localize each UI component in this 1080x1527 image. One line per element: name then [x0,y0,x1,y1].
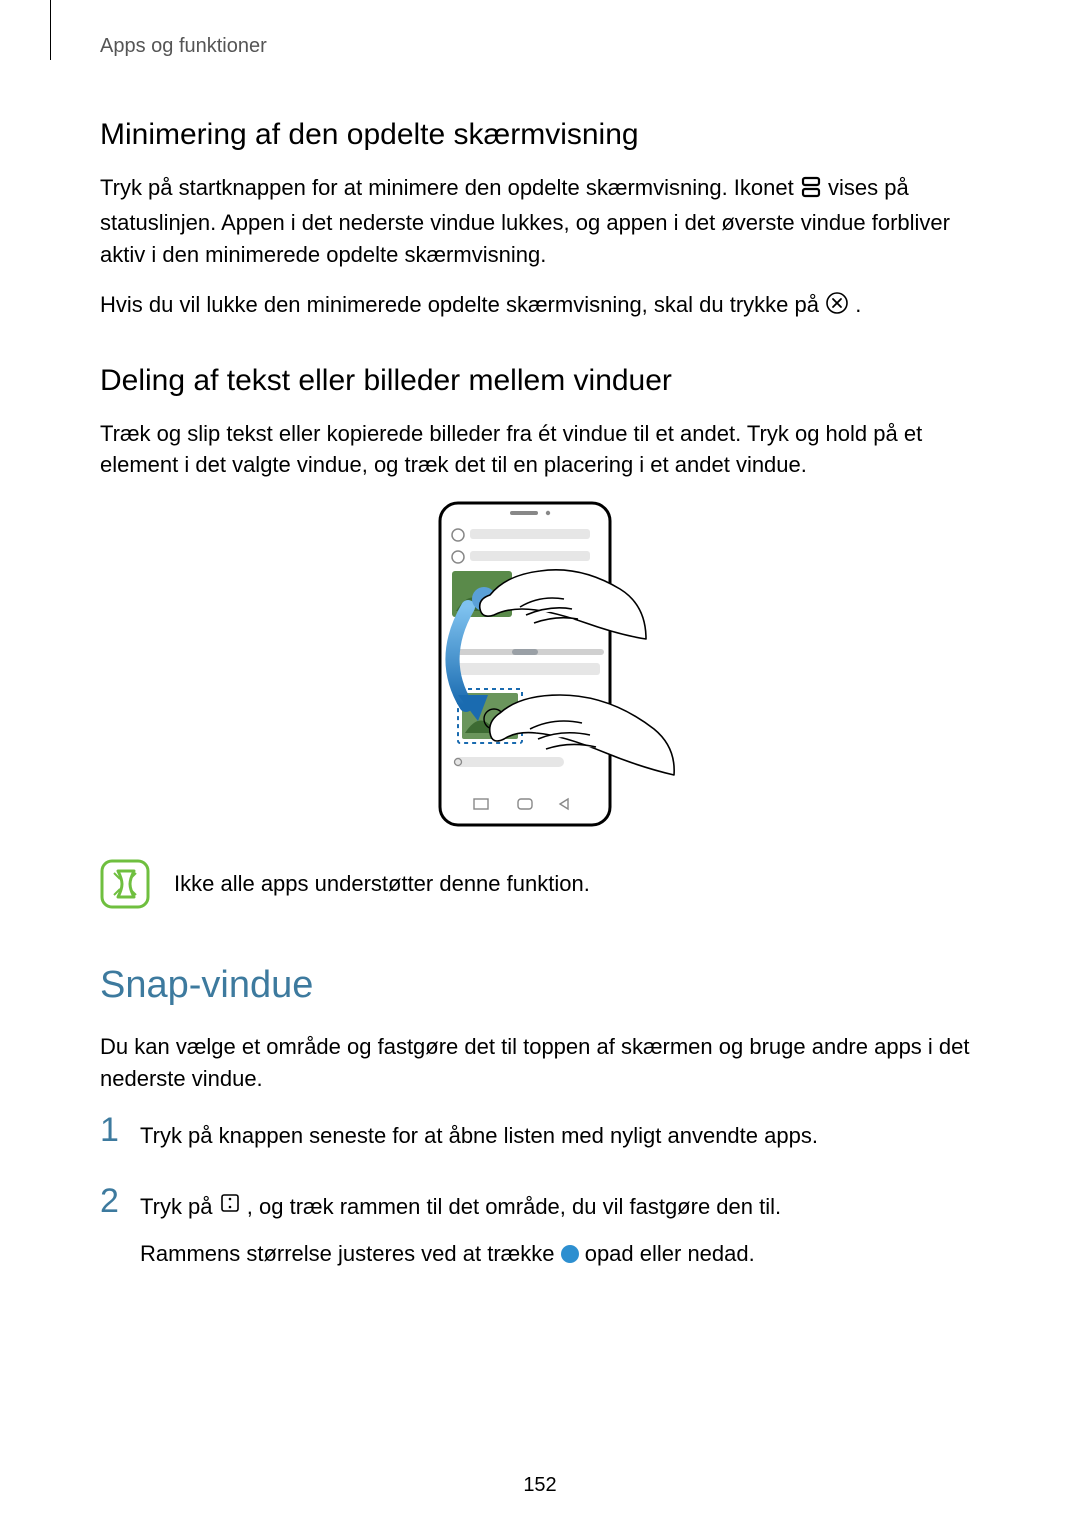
note-text: Ikke alle apps understøtter denne funkti… [174,871,590,897]
breadcrumb: Apps og funktioner [100,35,1000,58]
paragraph-share-1: Træk og slip tekst eller kopierede bille… [100,418,1000,482]
text-fragment: . [855,292,861,317]
text-fragment: , og træk rammen til det område, du vil … [247,1194,781,1219]
note-row: Ikke alle apps understøtter denne funkti… [100,859,1000,909]
illustration-drag-between-windows [100,499,1000,829]
header-rule [50,0,51,60]
step-1-text: Tryk på knappen seneste for at åbne list… [140,1119,1000,1152]
step-2-line-2: Rammens størrelse justeres ved at trække… [140,1237,1000,1270]
paragraph-snap-intro: Du kan vælge et område og fastgøre det t… [100,1031,1000,1095]
paragraph-minimize-1: Tryk på startknappen for at minimere den… [100,172,1000,271]
step-2-line-1: Tryk på , og træk rammen til det område,… [140,1190,1000,1223]
step-2: 2 Tryk på , og træk rammen til det områd… [100,1184,1000,1284]
step-number-2: 2 [100,1184,124,1218]
note-icon [100,859,150,909]
step-1: 1 Tryk på knappen seneste for at åbne li… [100,1113,1000,1166]
step-number-1: 1 [100,1113,124,1147]
text-fragment: Tryk på [140,1194,219,1219]
heading-minimize-split-view: Minimering af den opdelte skærmvisning [100,118,1000,152]
snap-window-icon [219,1194,247,1219]
text-fragment: Rammens størrelse justeres ved at trække [140,1241,561,1266]
text-fragment: opad eller nedad. [585,1241,755,1266]
heading-snap-window: Snap-vindue [100,964,1000,1007]
text-fragment: Tryk på startknappen for at minimere den… [100,175,800,200]
page-number: 152 [0,1474,1080,1497]
split-screen-icon [800,175,822,207]
paragraph-minimize-2: Hvis du vil lukke den minimerede opdelte… [100,289,1000,324]
heading-share-between-windows: Deling af tekst eller billeder mellem vi… [100,364,1000,398]
drag-handle-dot-icon [561,1245,579,1263]
close-circle-icon [825,291,849,324]
text-fragment: Hvis du vil lukke den minimerede opdelte… [100,292,825,317]
